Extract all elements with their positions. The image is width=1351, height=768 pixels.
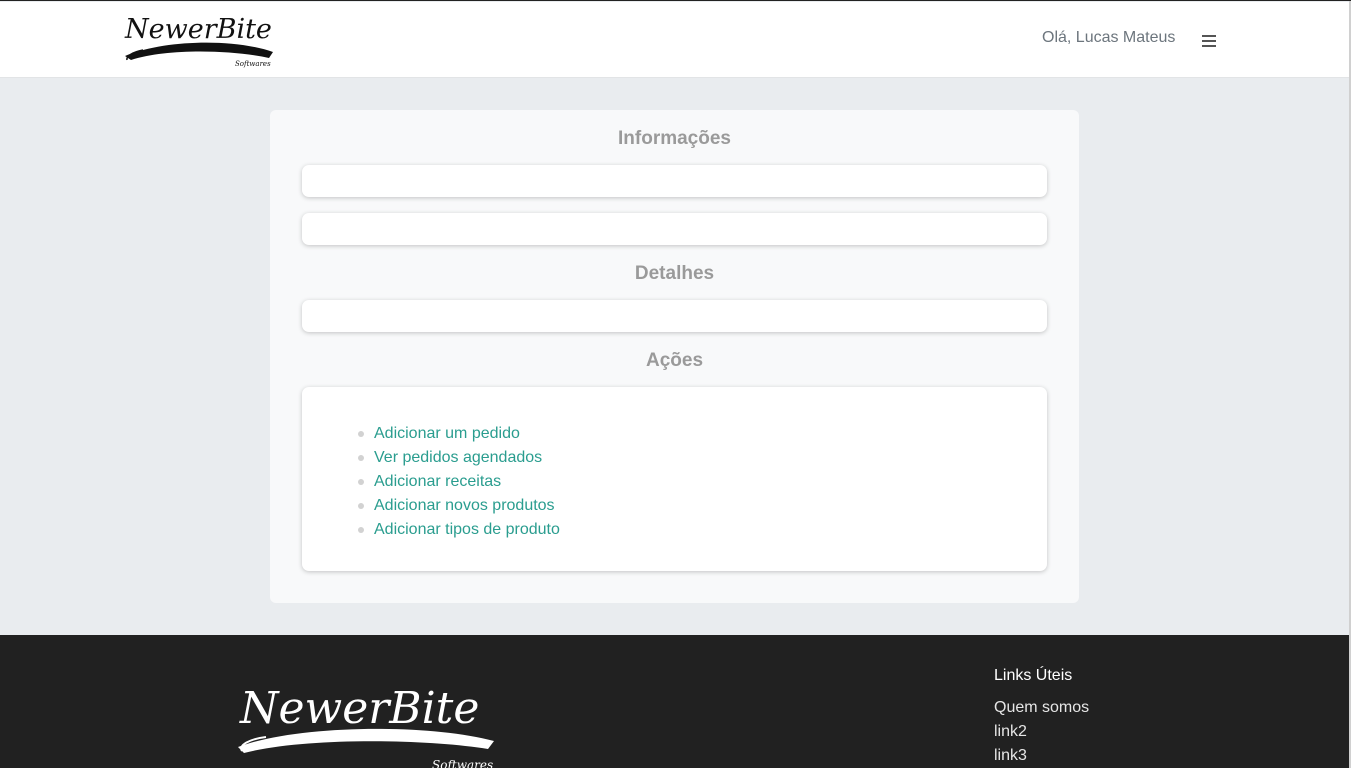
brand-logo[interactable]: NewerBite Softwares <box>123 12 278 70</box>
footer-logo: NewerBite Softwares <box>236 683 498 768</box>
footer-logo-text: NewerBite <box>239 685 479 734</box>
hamburger-icon[interactable] <box>1199 28 1221 54</box>
bullet-icon <box>358 503 364 509</box>
action-link-add-product-types[interactable]: Adicionar tipos de produto <box>374 521 560 538</box>
bullet-icon <box>358 455 364 461</box>
list-item: Adicionar receitas <box>358 470 560 494</box>
actions-panel: Adicionar um pedido Ver pedidos agendado… <box>302 387 1047 571</box>
list-item: Ver pedidos agendados <box>358 446 560 470</box>
action-link-add-products[interactable]: Adicionar novos produtos <box>374 497 555 514</box>
footer-link-2[interactable]: link2 <box>994 723 1027 740</box>
bullet-icon <box>358 479 364 485</box>
footer: NewerBite Softwares Links Úteis Quem som… <box>0 635 1349 768</box>
actions-list: Adicionar um pedido Ver pedidos agendado… <box>358 422 560 542</box>
list-item: Adicionar novos produtos <box>358 494 560 518</box>
dashboard-card: Informações Detalhes Ações Adicionar um … <box>270 110 1079 603</box>
list-item: link3 <box>994 744 1089 768</box>
footer-link-3[interactable]: link3 <box>994 747 1027 764</box>
bullet-icon <box>358 431 364 437</box>
section-title-details: Detalhes <box>634 263 715 284</box>
action-link-add-recipes[interactable]: Adicionar receitas <box>374 473 501 490</box>
section-title-info: Informações <box>618 128 731 149</box>
footer-links-title: Links Úteis <box>994 667 1073 684</box>
section-title-actions: Ações <box>645 350 704 371</box>
footer-link-about[interactable]: Quem somos <box>994 699 1089 716</box>
user-greeting[interactable]: Olá, Lucas Mateus <box>1042 29 1175 47</box>
navbar: NewerBite Softwares Olá, Lucas Mateus <box>0 2 1349 78</box>
bullet-icon <box>358 527 364 533</box>
action-link-add-order[interactable]: Adicionar um pedido <box>374 425 520 442</box>
footer-tagline: Softwares <box>432 758 493 768</box>
brand-tagline: Softwares <box>235 60 271 68</box>
list-item: link2 <box>994 720 1089 744</box>
list-item: Adicionar um pedido <box>358 422 560 446</box>
action-link-scheduled-orders[interactable]: Ver pedidos agendados <box>374 449 542 466</box>
footer-links-list: Quem somos link2 link3 <box>994 696 1089 768</box>
list-item: Quem somos <box>994 696 1089 720</box>
list-item: Adicionar tipos de produto <box>358 518 560 542</box>
info-panel-2 <box>302 213 1047 245</box>
footer-links: Links Úteis Quem somos link2 link3 <box>994 666 1089 768</box>
details-panel <box>302 300 1047 332</box>
brand-logo-text: NewerBite <box>124 14 272 45</box>
info-panel-1 <box>302 165 1047 197</box>
